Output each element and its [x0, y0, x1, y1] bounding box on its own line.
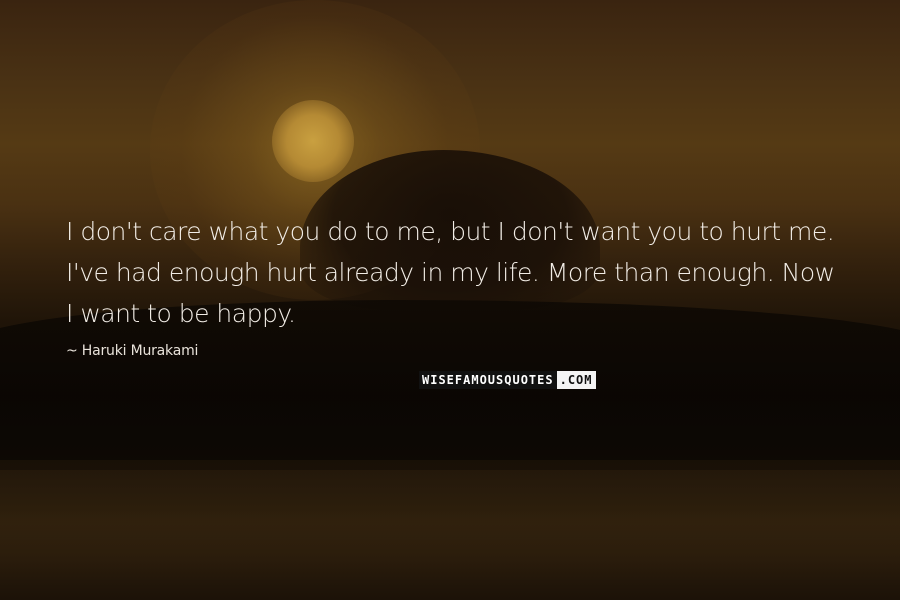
water	[0, 470, 900, 600]
watermark-main: WISEFAMOUSQUOTES	[419, 371, 557, 389]
quote-author: ~ Haruki Murakami	[66, 343, 199, 359]
watermark-logo: WISEFAMOUSQUOTES .COM	[419, 371, 596, 389]
quote-text: I don't care what you do to me, but I do…	[66, 217, 835, 328]
watermark-suffix: .COM	[556, 371, 596, 389]
sun	[272, 100, 354, 182]
